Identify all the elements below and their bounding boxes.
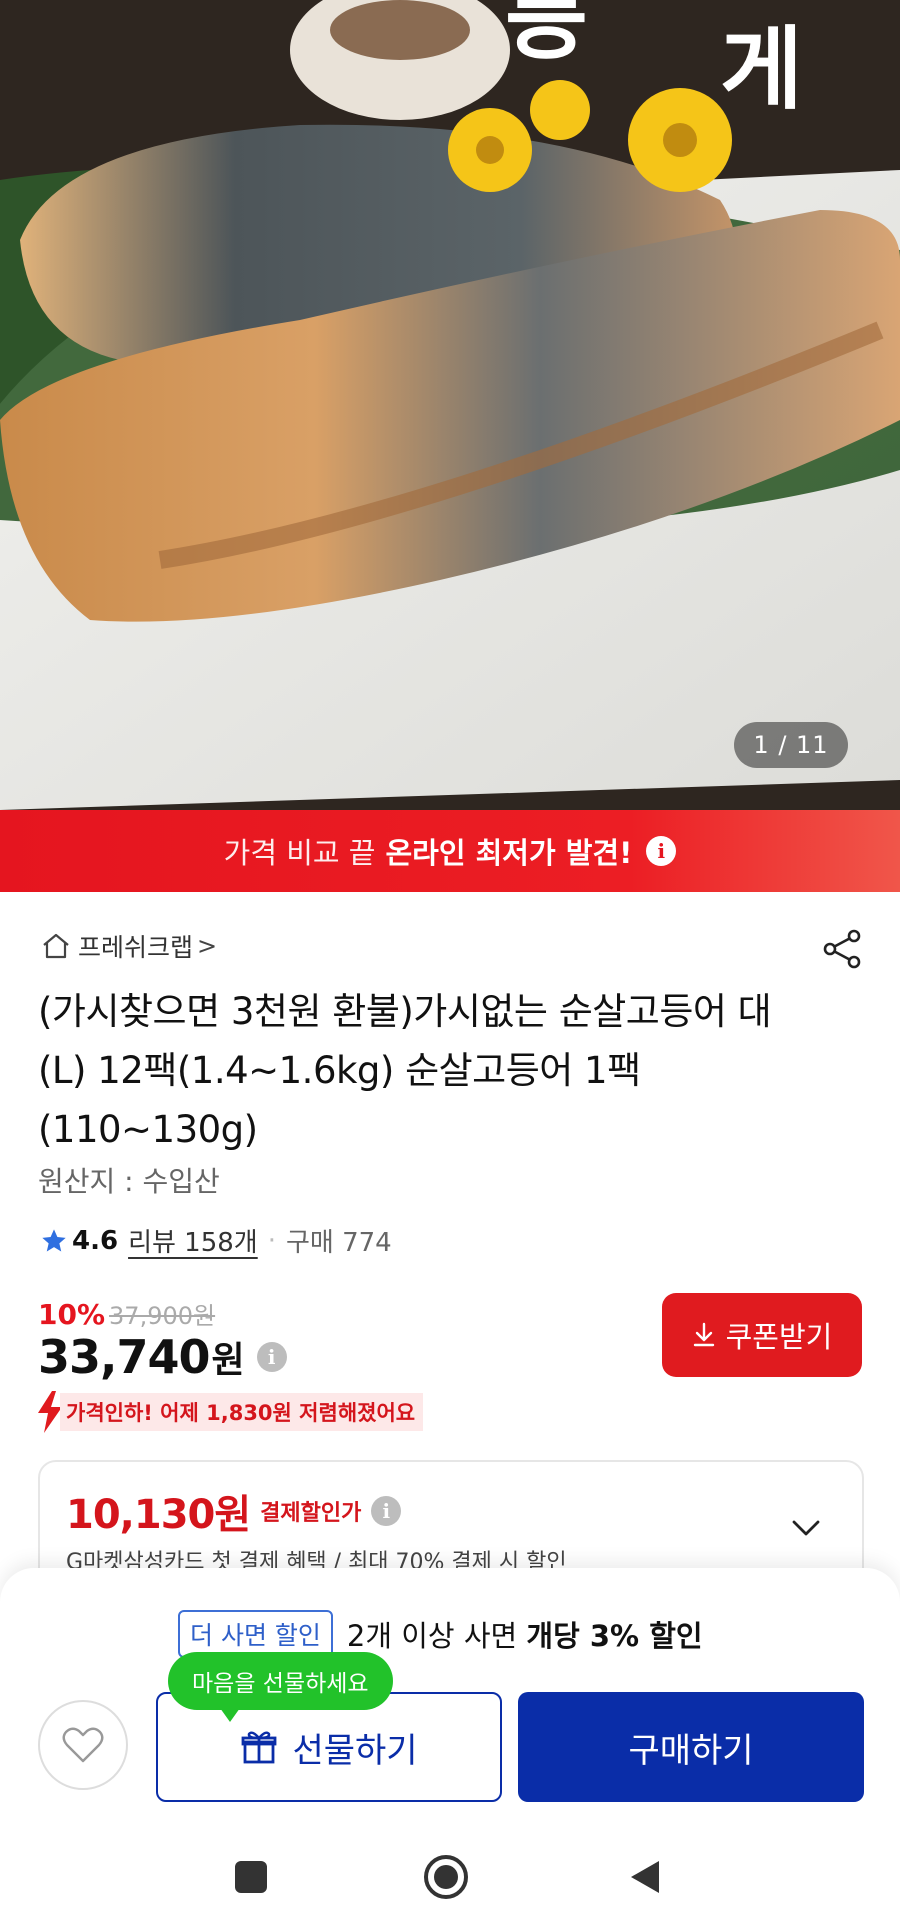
coupon-button[interactable]: 쿠폰받기 [662, 1293, 862, 1377]
payment-discount-price: 10,130원 [66, 1492, 251, 1538]
back-triangle-icon [631, 1861, 659, 1893]
banner-highlight: 온라인 최저가 발견! [385, 836, 633, 870]
seller-link[interactable]: 프레쉬크랩 > [40, 928, 217, 964]
rating-row: 4.6 리뷰 158개 · 구매 774 [40, 1222, 392, 1259]
gift-button-label: 선물하기 [292, 1730, 418, 1771]
circle-icon [424, 1855, 468, 1899]
info-icon[interactable]: i [371, 1496, 402, 1526]
bulk-discount-text: 2개 이상 사면 개당 3% 할인 [347, 1613, 703, 1655]
square-icon [235, 1861, 267, 1893]
price-drop-text: 가격인하! 어제 1,830원 저렴해졌어요 [60, 1393, 424, 1431]
price-currency: 원 [211, 1340, 245, 1381]
gift-tooltip: 마음을 선물하세요 [168, 1652, 393, 1722]
back-button[interactable] [620, 1852, 670, 1902]
bulk-discount-row: 더 사면 할인 2개 이상 사면 개당 3% 할인 [178, 1610, 703, 1658]
current-price: 33,740 원 i [38, 1330, 287, 1384]
lowest-price-banner[interactable]: 가격 비교 끝 온라인 최저가 발견! i [0, 810, 900, 892]
separator-dot: · [267, 1225, 276, 1256]
bulk-discount-text-bold: 개당 3% 할인 [526, 1619, 703, 1653]
wishlist-button[interactable] [38, 1700, 128, 1790]
product-title: (가시찾으면 3천원 환불)가시없는 순살고등어 대(L) 12팩(1.4~1.… [38, 990, 772, 1151]
rating-score: 4.6 [72, 1225, 119, 1256]
price-drop-notice: 가격인하! 어제 1,830원 저렴해졌어요 [34, 1391, 424, 1433]
product-image-gallery[interactable]: 등 게 1 / 11 [0, 0, 900, 810]
info-icon[interactable]: i [256, 1342, 287, 1372]
seller-name: 프레쉬크랩 [78, 933, 194, 962]
banner-prefix: 가격 비교 끝 [223, 836, 376, 870]
product-photo: 등 게 [0, 0, 900, 810]
coupon-label: 쿠폰받기 [725, 1320, 833, 1354]
info-icon[interactable]: i [646, 836, 677, 866]
payment-discount-label: 결제할인가 [260, 1501, 362, 1526]
home-icon [43, 933, 69, 959]
bulk-discount-text-normal: 2개 이상 사면 [346, 1619, 518, 1653]
discount-rate: 10% [38, 1298, 106, 1331]
gift-icon [242, 1731, 277, 1764]
chevron-right-icon: > [197, 932, 218, 960]
chevron-down-icon[interactable] [788, 1510, 824, 1546]
buy-button[interactable]: 구매하기 [518, 1692, 864, 1802]
origin-info: 원산지 : 수입산 [38, 1165, 220, 1198]
price-value: 33,740 [38, 1330, 211, 1384]
discount-row: 10% 37,900원 [38, 1296, 215, 1331]
bulk-discount-tag: 더 사면 할인 [178, 1610, 333, 1658]
recent-apps-button[interactable] [226, 1852, 276, 1902]
share-icon[interactable] [820, 926, 866, 972]
overlay-text-1: 등 [505, 0, 588, 70]
star-icon [42, 1228, 66, 1251]
original-price: 37,900원 [109, 1302, 216, 1330]
purchase-count: 구매 774 [285, 1228, 392, 1258]
heart-icon [62, 1727, 104, 1763]
review-link[interactable]: 리뷰 158개 [128, 1222, 258, 1259]
purchase-bottom-sheet: 더 사면 할인 2개 이상 사면 개당 3% 할인 선물하기 마음을 선물하세요… [0, 1568, 900, 1822]
home-button[interactable] [421, 1852, 471, 1902]
overlay-text-2: 게 [720, 20, 803, 120]
download-icon [693, 1322, 714, 1347]
system-nav-bar [0, 1822, 900, 1929]
image-counter: 1 / 11 [734, 722, 848, 768]
